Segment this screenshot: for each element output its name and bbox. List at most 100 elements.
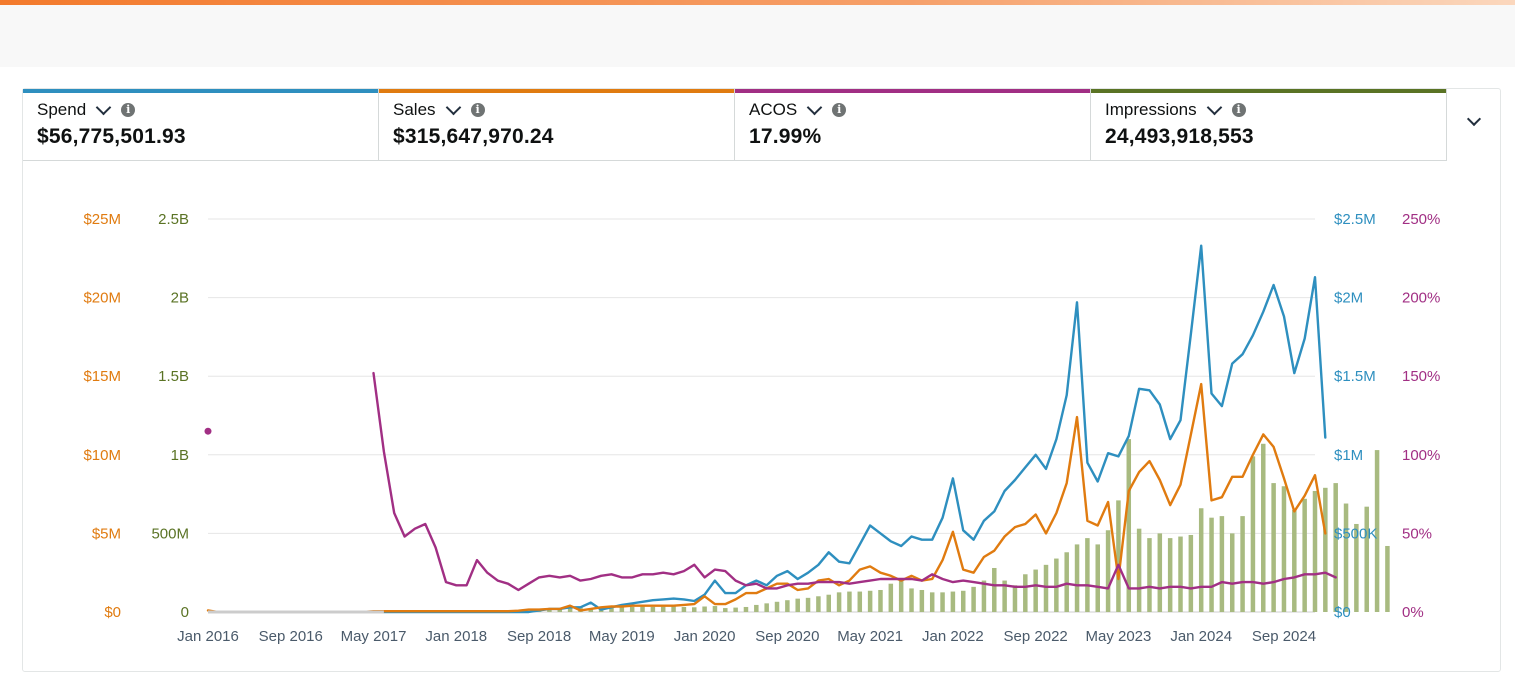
impressions-bar	[1302, 498, 1307, 612]
acos-axis-tick: 200%	[1402, 290, 1440, 307]
sales-axis-tick: $20M	[83, 290, 121, 307]
axis-labels-layer: $0 $5M $10M $15M $20M $25M 0 500M 1B 1.5B 2B 2.5B $0…	[83, 211, 1440, 645]
x-axis-tick: May 2017	[341, 628, 407, 645]
x-axis-tick: Jan 2018	[425, 628, 487, 645]
impressions-bar	[754, 604, 759, 612]
impressions-bar	[1023, 574, 1028, 612]
impressions-bar	[619, 607, 625, 612]
impressions-bar	[826, 594, 831, 612]
acos-point	[204, 427, 212, 435]
impressions-bar	[919, 589, 925, 612]
impressions-bar	[898, 580, 904, 612]
impressions-bar	[723, 608, 728, 612]
x-axis-tick: Jan 2020	[674, 628, 736, 645]
impressions-bar	[650, 606, 656, 612]
x-axis-tick: May 2023	[1085, 628, 1151, 645]
impressions-bar	[1157, 533, 1163, 612]
sales-axis-tick: $15M	[83, 368, 121, 385]
impressions-bar	[640, 606, 645, 612]
lines-layer	[204, 244, 1337, 614]
impressions-bar	[847, 591, 852, 612]
spend-axis-tick: $1.5M	[1334, 368, 1376, 385]
impressions-bar	[712, 606, 718, 612]
impressions-bar	[888, 583, 894, 612]
impressions-bar	[857, 591, 863, 612]
spend-axis-tick: $2M	[1334, 290, 1363, 307]
impressions-bar	[950, 591, 956, 612]
impressions-bar	[992, 567, 997, 612]
impressions-bar	[1261, 443, 1266, 612]
impressions-bar	[1271, 483, 1276, 612]
acos-axis-tick: 100%	[1402, 447, 1440, 464]
x-axis-tick: May 2021	[837, 628, 903, 645]
impressions-bar	[629, 606, 635, 612]
impressions-bar	[1167, 538, 1173, 612]
spend-axis-tick: $1M	[1334, 447, 1363, 464]
spend-axis-tick: $0	[1334, 604, 1351, 621]
impressions-axis-tick: 2B	[171, 290, 189, 307]
acos-axis-tick: 150%	[1402, 368, 1440, 385]
impressions-bar	[1105, 530, 1111, 612]
x-axis-tick: Jan 2024	[1170, 628, 1232, 645]
impressions-axis-tick: 1.5B	[158, 368, 189, 385]
impressions-bar	[1333, 483, 1338, 612]
impressions-bar	[1281, 486, 1287, 612]
impressions-bar	[1219, 516, 1225, 612]
impressions-bar	[1085, 538, 1090, 612]
impressions-bar	[960, 590, 966, 612]
spend-axis-tick: $2.5M	[1334, 211, 1376, 228]
impressions-bar	[971, 586, 976, 612]
sales-axis-tick: $25M	[83, 211, 121, 228]
impressions-bar	[1209, 517, 1214, 612]
impressions-bar	[1136, 528, 1142, 612]
impressions-bar	[1012, 585, 1018, 612]
sales-axis-tick: $5M	[92, 525, 121, 542]
impressions-bar	[1240, 516, 1245, 612]
acos-axis-tick: 50%	[1402, 525, 1432, 542]
spend-axis-tick: $500K	[1334, 525, 1377, 542]
x-axis-tick: Sep 2018	[507, 628, 571, 645]
impressions-bar	[660, 606, 666, 612]
impressions-bar	[733, 607, 738, 612]
impressions-bar	[1198, 508, 1204, 612]
impressions-bar	[929, 592, 935, 612]
x-axis-tick: Jan 2016	[177, 628, 239, 645]
impressions-axis-tick: 1B	[171, 447, 189, 464]
sales-axis-tick: $10M	[83, 447, 121, 464]
acos-axis-tick: 250%	[1402, 211, 1440, 228]
impressions-bar	[1033, 569, 1038, 612]
x-axis-tick: Jan 2022	[922, 628, 984, 645]
impressions-bar	[1292, 509, 1297, 612]
impressions-bar	[743, 606, 749, 612]
impressions-bar	[816, 596, 821, 612]
performance-chart: $0 $5M $10M $15M $20M $25M 0 500M 1B 1.5B 2B 2.5B $0…	[83, 211, 1440, 645]
impressions-bar	[805, 597, 811, 612]
impressions-bar	[671, 606, 676, 612]
impressions-bar	[909, 588, 914, 612]
impressions-bar	[1250, 456, 1256, 612]
impressions-bar	[692, 607, 697, 612]
impressions-bar	[836, 592, 842, 612]
impressions-axis-tick: 2.5B	[158, 211, 189, 228]
impressions-bar	[1385, 545, 1390, 612]
impressions-bar	[1064, 552, 1069, 612]
x-axis-tick: Sep 2016	[259, 628, 323, 645]
impressions-bar	[981, 580, 987, 612]
impressions-bar	[1323, 487, 1328, 612]
impressions-bar	[785, 600, 790, 612]
x-axis-tick: Sep 2020	[755, 628, 819, 645]
impressions-bar	[702, 606, 707, 612]
impressions-bar	[764, 603, 769, 612]
impressions-bar	[1312, 490, 1318, 612]
impressions-axis-tick: 0	[181, 604, 189, 621]
impressions-bar	[774, 601, 780, 612]
impressions-bar	[878, 589, 883, 612]
impressions-bar	[867, 590, 873, 612]
impressions-bar	[1343, 503, 1349, 612]
impressions-bar	[1095, 544, 1100, 612]
impressions-bar	[1147, 538, 1152, 612]
impressions-bar	[1364, 506, 1369, 612]
impressions-bar	[1178, 536, 1183, 612]
impressions-bar	[795, 598, 800, 612]
x-axis-tick: Sep 2022	[1004, 628, 1068, 645]
